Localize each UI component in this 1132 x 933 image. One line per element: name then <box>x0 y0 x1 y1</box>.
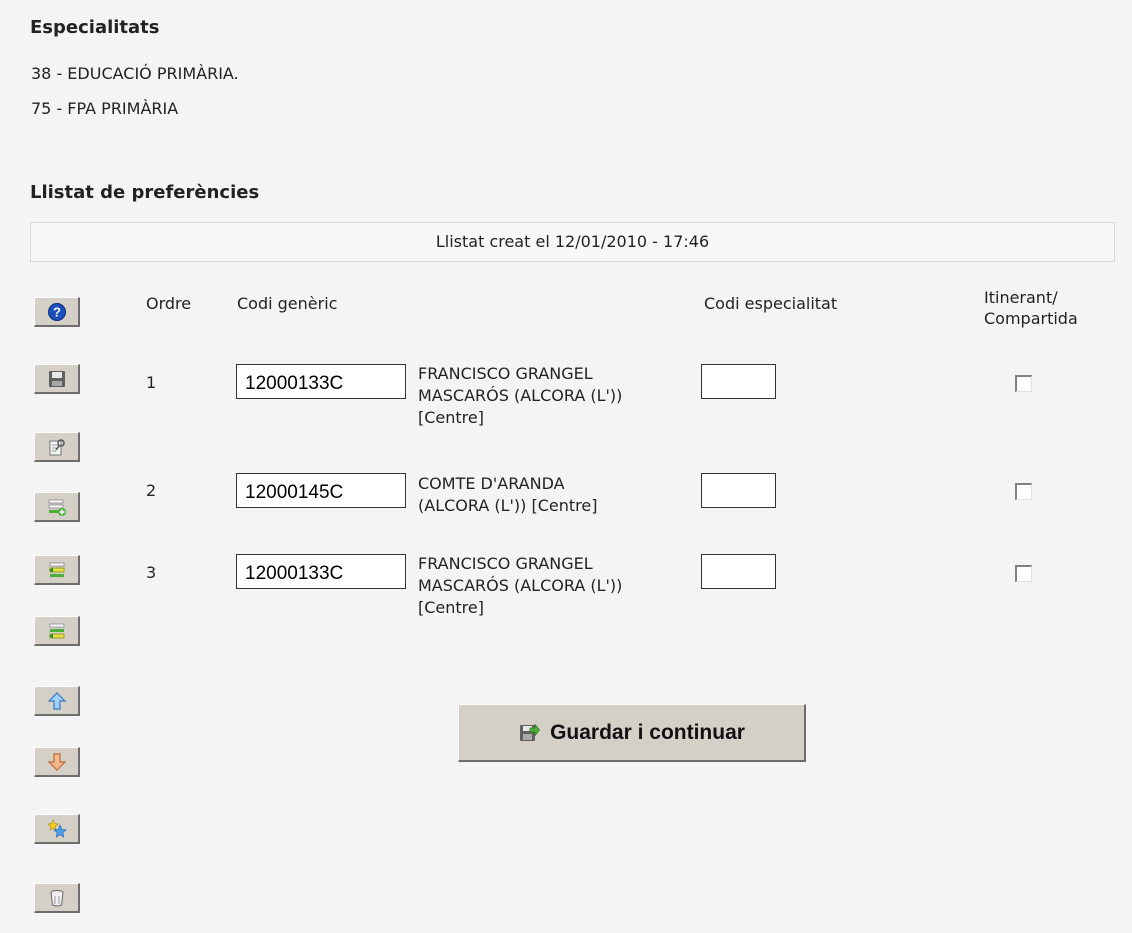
row-order: 3 <box>146 563 157 582</box>
search-document-icon <box>49 438 65 455</box>
header-itinerant-line1: Itinerant/ <box>984 288 1058 307</box>
specialty-item: 38 - EDUCACIÓ PRIMÀRIA. <box>31 64 239 83</box>
help-icon: ? <box>47 302 66 321</box>
arrow-up-icon <box>47 691 66 710</box>
centre-name-line: COMTE D'ARANDA <box>418 474 565 493</box>
save-and-continue-label: Guardar i continuar <box>550 720 745 744</box>
row-order: 1 <box>146 373 157 392</box>
help-button[interactable]: ? <box>34 297 80 327</box>
header-generic-code: Codi genèric <box>237 294 338 313</box>
list-created-text: Llistat creat el 12/01/2010 - 17:46 <box>435 232 710 251</box>
centre-name-line: MASCARÓS (ALCORA (L')) <box>418 386 623 405</box>
centre-name: FRANCISCO GRANGEL MASCARÓS (ALCORA (L'))… <box>418 553 698 619</box>
itinerant-checkbox[interactable] <box>1015 375 1032 392</box>
header-order: Ordre <box>146 294 192 313</box>
specialty-code-input[interactable] <box>701 473 776 508</box>
row-order: 2 <box>146 481 157 500</box>
centre-name-line: FRANCISCO GRANGEL <box>418 554 593 573</box>
favorites-button[interactable] <box>34 814 80 844</box>
header-specialty-code: Codi especialitat <box>704 294 838 313</box>
centre-name-line: FRANCISCO GRANGEL <box>418 364 593 383</box>
save-button[interactable] <box>34 364 80 394</box>
centre-name-line: (ALCORA (L')) [Centre] <box>418 496 598 515</box>
specialty-code-input[interactable] <box>701 554 776 589</box>
list-created-banner: Llistat creat el 12/01/2010 - 17:46 <box>30 222 1115 262</box>
header-itinerant: Itinerant/ Compartida <box>984 287 1078 329</box>
centre-name: COMTE D'ARANDA (ALCORA (L')) [Centre] <box>418 473 698 517</box>
centre-name: FRANCISCO GRANGEL MASCARÓS (ALCORA (L'))… <box>418 363 698 429</box>
preferences-title: Llistat de preferències <box>30 182 260 203</box>
generic-code-input[interactable]: 12000133C <box>236 364 406 399</box>
itinerant-checkbox[interactable] <box>1015 483 1032 500</box>
save-and-continue-button[interactable]: Guardar i continuar <box>458 704 806 762</box>
centre-name-line: MASCARÓS (ALCORA (L')) <box>418 576 623 595</box>
itinerant-checkbox[interactable] <box>1015 565 1032 582</box>
add-row-icon <box>48 499 66 516</box>
save-continue-icon <box>520 722 541 741</box>
stars-icon <box>46 818 67 838</box>
svg-text:?: ? <box>53 304 61 319</box>
arrow-down-icon <box>47 752 66 771</box>
move-up-button[interactable] <box>34 686 80 716</box>
move-down-button[interactable] <box>34 747 80 777</box>
insert-below-icon <box>48 623 64 638</box>
specialties-title: Especialitats <box>30 17 160 38</box>
add-row-button[interactable] <box>34 492 80 522</box>
delete-button[interactable] <box>34 883 80 913</box>
insert-row-below-button[interactable] <box>34 616 80 646</box>
generic-code-input[interactable]: 12000145C <box>236 473 406 508</box>
specialty-code-input[interactable] <box>701 364 776 399</box>
centre-name-line: [Centre] <box>418 408 484 427</box>
trash-icon <box>50 889 63 906</box>
search-centre-button[interactable] <box>34 432 80 462</box>
generic-code-input[interactable]: 12000133C <box>236 554 406 589</box>
insert-above-icon <box>48 562 64 577</box>
centre-name-line: [Centre] <box>418 598 484 617</box>
header-itinerant-line2: Compartida <box>984 309 1078 328</box>
floppy-disk-icon <box>48 370 65 387</box>
specialty-item: 75 - FPA PRIMÀRIA <box>31 99 179 118</box>
insert-row-above-button[interactable] <box>34 555 80 585</box>
